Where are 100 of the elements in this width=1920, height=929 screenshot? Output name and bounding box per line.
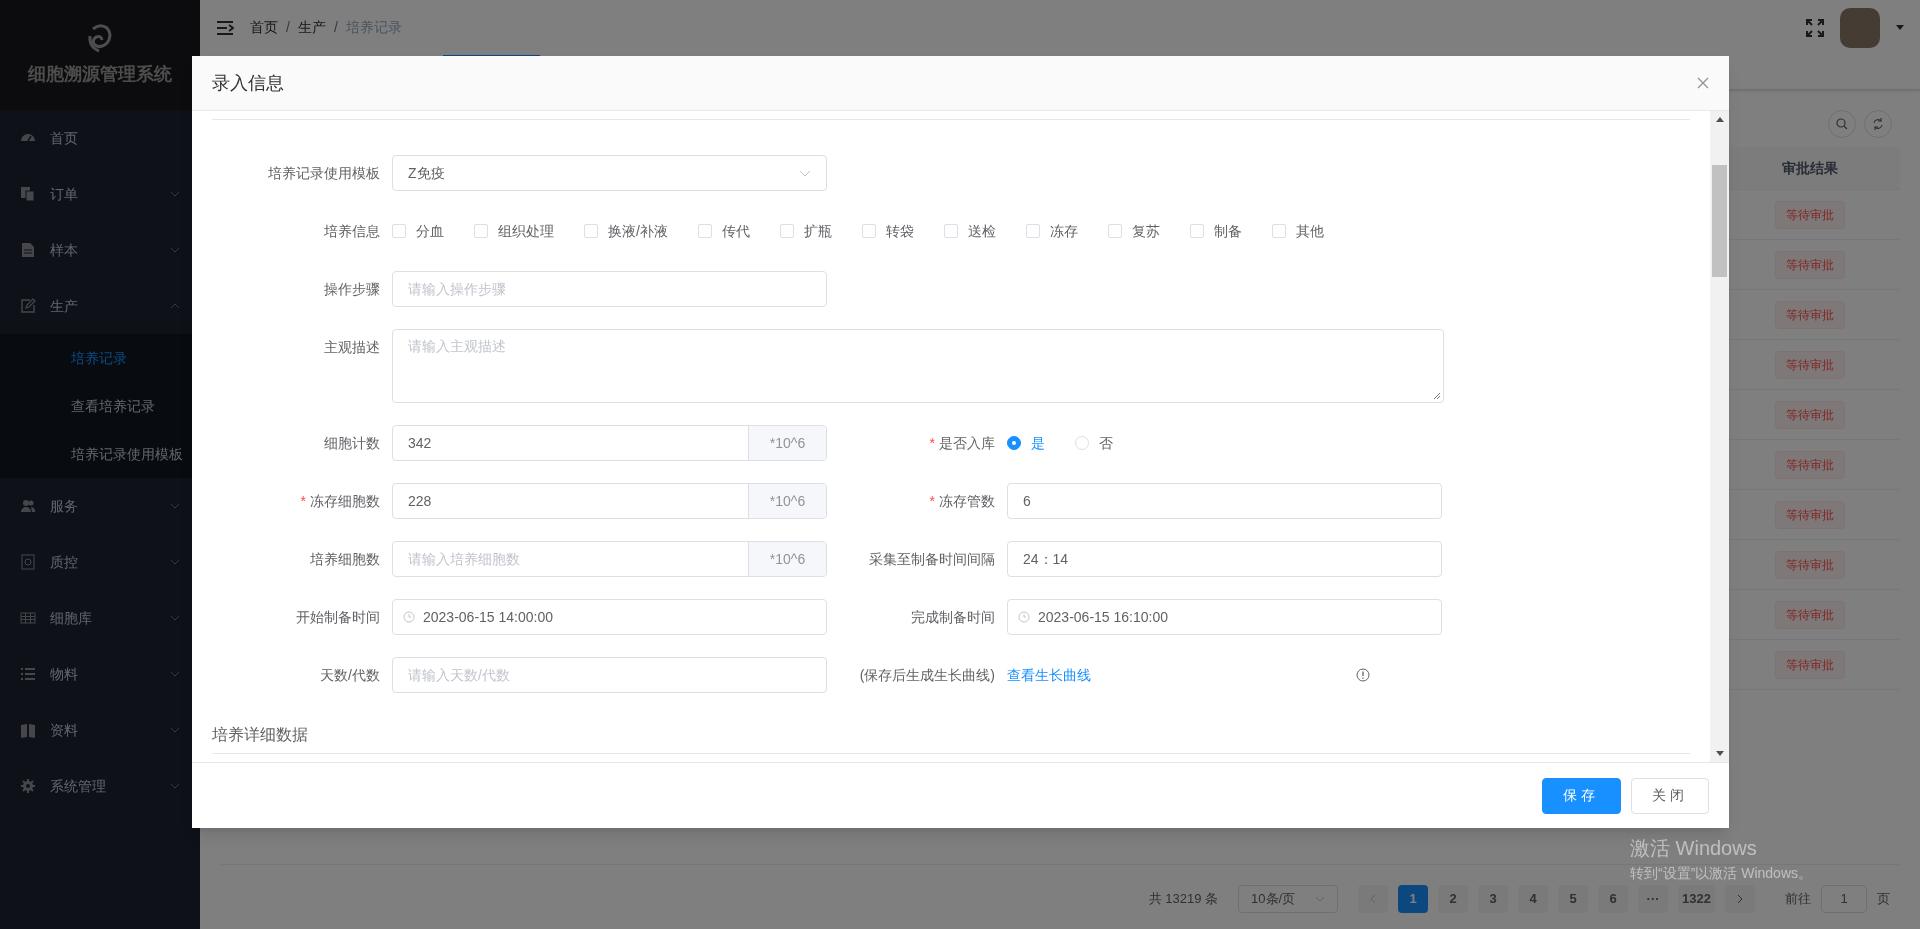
- field-label: * 冻存细胞数: [300, 491, 380, 511]
- checkbox[interactable]: 组织处理: [474, 220, 554, 242]
- input-field[interactable]: 24：14: [1007, 541, 1442, 577]
- checkbox[interactable]: 转袋: [861, 220, 914, 242]
- status-tag: 等待审批: [1775, 350, 1845, 379]
- checkbox[interactable]: 扩瓶: [779, 220, 832, 242]
- edit-icon: [20, 298, 36, 314]
- input-field[interactable]: 请输入操作步骤: [392, 271, 827, 307]
- unit-addon: *10^6: [748, 484, 826, 518]
- checkbox[interactable]: 复苏: [1107, 220, 1160, 242]
- page-button[interactable]: 3: [1478, 885, 1509, 913]
- menu-icon[interactable]: [216, 19, 234, 36]
- unit-addon: *10^6: [748, 426, 826, 460]
- list-icon: [20, 666, 36, 682]
- chevron-down-icon: [1315, 896, 1326, 902]
- menu-item[interactable]: 物料: [0, 646, 200, 702]
- checkbox[interactable]: 送检: [943, 220, 996, 242]
- menu-item[interactable]: 系统管理: [0, 758, 200, 814]
- table-icon: [20, 610, 36, 626]
- radio-option[interactable]: 是: [1007, 432, 1045, 454]
- checkbox[interactable]: 换液/补液: [584, 220, 668, 242]
- goto-suffix: 页: [1877, 890, 1890, 909]
- field-label: 操作步骤: [324, 279, 380, 299]
- page-button[interactable]: 6: [1598, 885, 1629, 913]
- chevron-right-icon: [1737, 894, 1743, 904]
- book-icon: [20, 722, 36, 738]
- dialog-title: 录入信息: [212, 71, 284, 95]
- resize-handle-icon[interactable]: [1433, 392, 1441, 400]
- refresh-icon: [1872, 118, 1884, 130]
- checkbox[interactable]: 制备: [1189, 220, 1242, 242]
- field-label: 细胞计数: [324, 433, 380, 453]
- settings-icon: [20, 778, 36, 794]
- page-size-select[interactable]: 10条/页: [1238, 885, 1339, 913]
- app-title: 细胞溯源管理系统: [28, 62, 172, 86]
- menu-item[interactable]: 样本: [0, 222, 200, 278]
- caret-down-icon[interactable]: [1896, 25, 1904, 30]
- input-field[interactable]: 请输入天数/代数: [392, 657, 827, 693]
- scroll-up-icon[interactable]: [1715, 117, 1724, 122]
- page-button[interactable]: 4: [1518, 885, 1549, 913]
- save-button[interactable]: 保存: [1542, 777, 1621, 814]
- scroll-down-icon[interactable]: [1715, 751, 1724, 756]
- status-tag: 等待审批: [1775, 650, 1845, 679]
- close-button[interactable]: 关闭: [1630, 777, 1709, 814]
- checkbox[interactable]: 传代: [697, 220, 750, 242]
- page-button[interactable]: 1322: [1678, 885, 1715, 913]
- unit-addon: *10^6: [748, 542, 826, 576]
- field-label: 培养记录使用模板: [268, 163, 380, 183]
- page-button[interactable]: ···: [1638, 885, 1669, 913]
- input-field[interactable]: 6: [1007, 483, 1442, 519]
- status-tag: 等待审批: [1775, 500, 1845, 529]
- breadcrumb-link[interactable]: 生产: [297, 17, 326, 38]
- page-input[interactable]: 1: [1821, 885, 1867, 913]
- total-count: 共 13219 条: [1148, 890, 1219, 909]
- checkbox[interactable]: 其他: [1271, 220, 1324, 242]
- input-field[interactable]: 342 *10^6: [392, 425, 827, 461]
- menu-item[interactable]: 细胞库: [0, 590, 200, 646]
- field-label: 培养细胞数: [310, 549, 380, 569]
- avatar-photo-placeholder[interactable]: [1840, 7, 1880, 48]
- scrollbar[interactable]: [1710, 111, 1729, 762]
- breadcrumb-separator: /: [333, 18, 338, 37]
- clock-icon: [1018, 611, 1030, 623]
- link[interactable]: 查看生长曲线: [1007, 664, 1091, 686]
- scroll-thumb[interactable]: [1712, 165, 1727, 277]
- template-select[interactable]: Z免疫: [392, 155, 827, 191]
- status-tag: 等待审批: [1775, 550, 1845, 579]
- radio-option[interactable]: 否: [1075, 432, 1113, 454]
- field-label: 完成制备时间: [911, 607, 995, 627]
- menu-item[interactable]: 生产: [0, 278, 200, 334]
- status-tag: 等待审批: [1775, 450, 1845, 479]
- page-button[interactable]: 1: [1398, 885, 1429, 913]
- field-label: 采集至制备时间间隔: [869, 549, 995, 569]
- clock-icon: [403, 611, 415, 623]
- menu-item[interactable]: 订单: [0, 166, 200, 222]
- menu-item[interactable]: 服务: [0, 478, 200, 534]
- status-tag: 等待审批: [1775, 200, 1845, 229]
- page-button[interactable]: 5: [1558, 885, 1589, 913]
- watermark-subtitle: 转到“设置”以激活 Windows。: [1630, 864, 1812, 883]
- menu-item[interactable]: 资料: [0, 702, 200, 758]
- menu-item[interactable]: 首页: [0, 110, 200, 166]
- document-icon: [20, 242, 36, 258]
- field-label: 主观描述: [324, 338, 380, 357]
- column-header: 审批结果: [1781, 158, 1839, 178]
- textarea-field[interactable]: 请输入主观描述: [392, 329, 1444, 403]
- checkbox[interactable]: 分血: [392, 220, 444, 242]
- datetime-field[interactable]: 2023-06-15 14:00:00: [392, 599, 827, 635]
- page-button[interactable]: 2: [1438, 885, 1469, 913]
- datetime-field[interactable]: 2023-06-15 16:10:00: [1007, 599, 1442, 635]
- checkbox[interactable]: 冻存: [1025, 220, 1078, 242]
- breadcrumb-link[interactable]: 首页: [250, 17, 278, 38]
- info-icon[interactable]: [1356, 668, 1370, 682]
- status-tag: 等待审批: [1775, 250, 1845, 279]
- fullscreen-icon[interactable]: [1806, 18, 1824, 37]
- input-field[interactable]: 228 *10^6: [392, 483, 827, 519]
- status-tag: 等待审批: [1775, 400, 1845, 429]
- field-label: 开始制备时间: [296, 607, 380, 627]
- close-icon[interactable]: [1697, 77, 1709, 89]
- menu-item[interactable]: 质控: [0, 534, 200, 590]
- search-icon: [1836, 118, 1848, 130]
- input-field[interactable]: 请输入培养细胞数 *10^6: [392, 541, 827, 577]
- goto-label: 前往: [1785, 890, 1811, 909]
